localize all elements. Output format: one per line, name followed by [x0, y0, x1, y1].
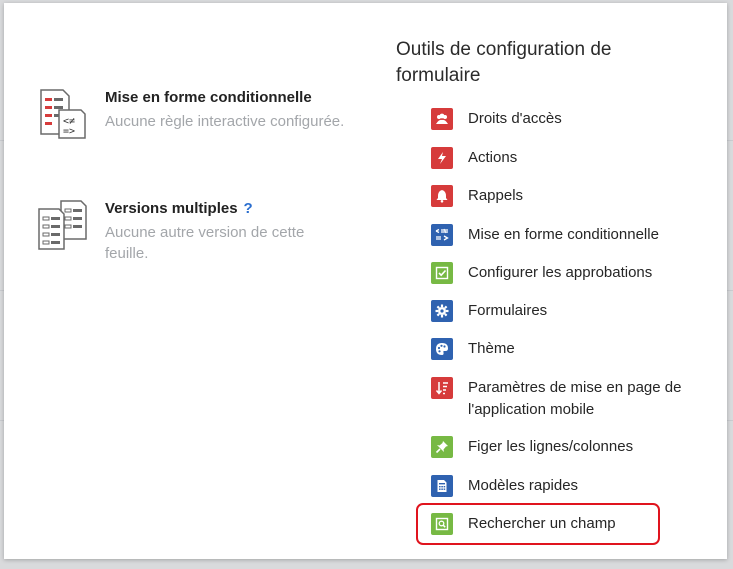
sort-icon — [431, 377, 453, 399]
svg-text:=>: => — [63, 126, 75, 137]
tool-label: Thème — [468, 340, 515, 357]
tool-access-rights[interactable]: Droits d'accès — [431, 108, 718, 130]
form-config-panel: <≠ => Mise en forme conditionnelle Aucun… — [4, 3, 727, 559]
multiple-versions-doc-icon — [38, 200, 87, 250]
tool-label: Figer les lignes/colonnes — [468, 438, 634, 455]
gear-icon — [431, 300, 453, 322]
feature-desc: Aucune autre version de cette feuille. — [105, 224, 305, 262]
tool-label: Paramètres de mise en page de l'applicat… — [468, 379, 682, 418]
tool-label: Formulaires — [468, 302, 548, 319]
palette-icon — [431, 338, 453, 360]
template-icon — [431, 475, 453, 497]
tool-label: Configurer les approbations — [468, 264, 653, 281]
tool-label: Rappels — [468, 187, 524, 204]
feature-multiple-versions[interactable]: Versions multiples? Aucune autre version… — [37, 199, 345, 264]
conditional-format-icon — [431, 224, 453, 246]
tool-label: Actions — [468, 149, 518, 166]
tool-approvals[interactable]: Configurer les approbations — [431, 262, 718, 284]
pin-icon — [431, 436, 453, 458]
tool-actions[interactable]: Actions — [431, 147, 718, 169]
users-icon — [431, 108, 453, 130]
tool-label: Modèles rapides — [468, 477, 579, 494]
help-icon[interactable]: ? — [244, 200, 253, 217]
tool-theme[interactable]: Thème — [431, 338, 718, 360]
tool-label: Droits d'accès — [468, 110, 562, 127]
highlight-box — [416, 503, 660, 545]
feature-title: Versions multiples? — [105, 200, 253, 217]
feature-desc: Aucune règle interactive configurée. — [105, 113, 345, 130]
tool-freeze[interactable]: Figer les lignes/colonnes — [431, 436, 718, 458]
tool-mobile-layout[interactable]: Paramètres de mise en page de l'applicat… — [431, 377, 718, 421]
tools-heading: Outils de configuration de formulaire — [396, 39, 612, 86]
tool-reminders[interactable]: Rappels — [431, 185, 718, 207]
feature-title: Mise en forme conditionnelle — [105, 89, 312, 106]
lightning-icon — [431, 147, 453, 169]
conditional-format-doc-icon: <≠ => — [40, 89, 86, 139]
tool-quick-templates[interactable]: Modèles rapides — [431, 475, 718, 497]
checkbox-icon — [431, 262, 453, 284]
tool-conditional-format[interactable]: Mise en forme conditionnelle — [431, 224, 718, 246]
bell-icon — [431, 185, 453, 207]
tool-forms[interactable]: Formulaires — [431, 300, 718, 322]
feature-conditional-format[interactable]: <≠ => Mise en forme conditionnelle Aucun… — [37, 88, 345, 140]
tool-label: Mise en forme conditionnelle — [468, 226, 659, 243]
